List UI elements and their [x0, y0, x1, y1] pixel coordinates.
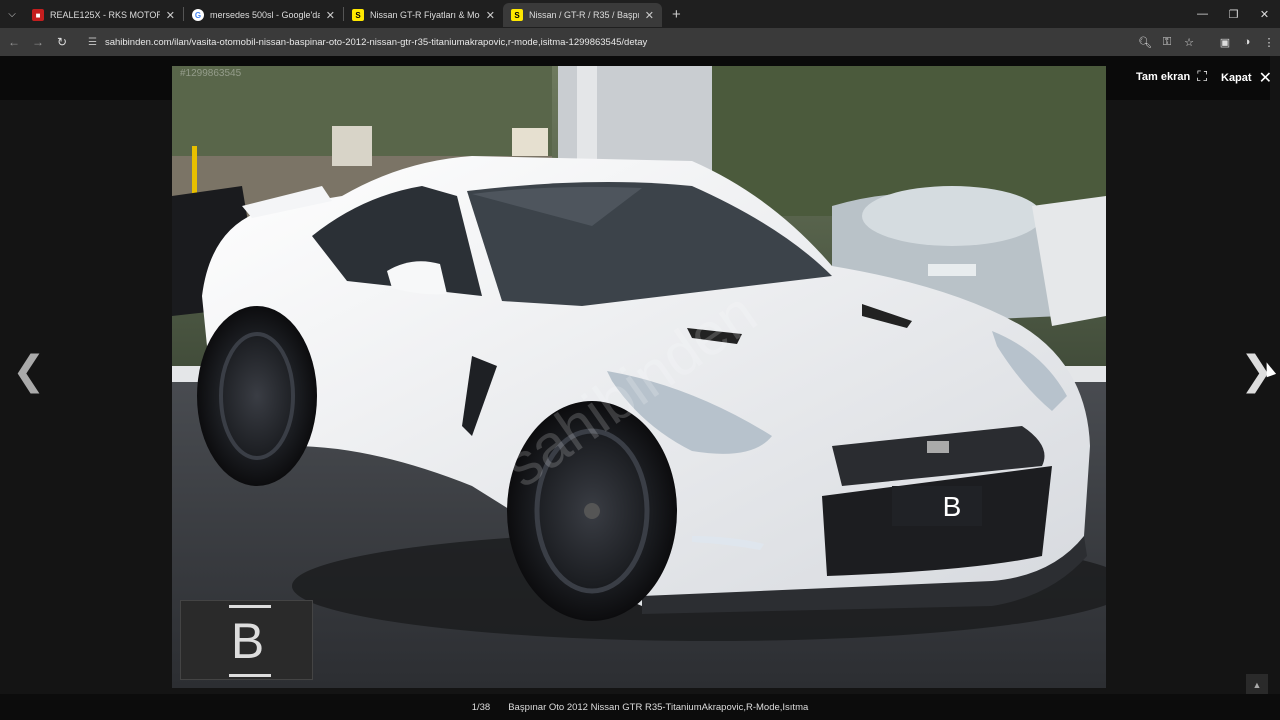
fullscreen-icon: ⛶: [1197, 68, 1208, 84]
dealer-logo: B: [180, 600, 313, 680]
url-text: sahibinden.com/ilan/vasita-otomobil-niss…: [104, 36, 648, 48]
fullscreen-label: Tam ekran: [1136, 70, 1191, 83]
tab-close-icon[interactable]: ✕: [645, 9, 654, 22]
window-controls: — ❐ ✕: [1187, 0, 1280, 28]
profile-avatar-icon[interactable]: ◑: [1236, 36, 1258, 48]
sahibinden-favicon-icon: S: [511, 9, 523, 21]
logo-bar-bottom: [229, 674, 271, 677]
photo-counter: 1/38: [471, 701, 491, 713]
tab-close-icon[interactable]: ✕: [166, 9, 175, 22]
google-favicon-icon: G: [192, 9, 204, 21]
rks-favicon-icon: ■: [32, 9, 44, 21]
close-viewer-button[interactable]: Kapat ✕: [1221, 68, 1272, 88]
window-close-icon[interactable]: ✕: [1249, 0, 1280, 28]
tab-1[interactable]: ■ REALE125X - RKS MOTOR | Zor ✕: [24, 3, 183, 27]
tab-3[interactable]: S Nissan GT-R Fiyatları & Modelle ✕: [344, 3, 503, 27]
new-tab-plus-icon[interactable]: +: [672, 6, 681, 23]
close-icon: ✕: [1258, 70, 1272, 87]
tab-2[interactable]: G mersedes 500sl - Google'da Ara ✕: [184, 3, 343, 27]
tab-4-active[interactable]: S Nissan / GT-R / R35 / Başpınar ✕: [503, 3, 662, 27]
previous-photo-chevron-icon[interactable]: ❮: [12, 351, 46, 391]
toolbar-icons: 🔍︎ ⚿ ☆ ▣ ◑ ⋮: [1134, 28, 1280, 56]
reload-icon[interactable]: ↻: [50, 35, 74, 49]
tab-title: Nissan GT-R Fiyatları & Modelle: [370, 10, 480, 20]
tab-close-icon[interactable]: ✕: [326, 9, 335, 22]
listing-title: Başpınar Oto 2012 Nissan GTR R35-Titaniu…: [508, 701, 809, 713]
bookmark-star-icon[interactable]: ☆: [1178, 36, 1200, 49]
sahibinden-favicon-icon: S: [352, 9, 364, 21]
url-field[interactable]: ☰ sahibinden.com/ilan/vasita-otomobil-ni…: [80, 31, 1190, 53]
scroll-top-icon[interactable]: ▲: [1246, 674, 1268, 696]
photo-gallery-overlay: B sahibinden #1299863545 B Tam ekran ⛶ K…: [0, 56, 1280, 720]
car-photo-illustration: B sahibinden: [172, 66, 1106, 688]
extensions-icon[interactable]: ▣: [1214, 36, 1236, 49]
photo-caption-bar: 1/38 Başpınar Oto 2012 Nissan GTR R35-Ti…: [0, 694, 1280, 720]
back-icon[interactable]: ←: [2, 35, 26, 49]
password-key-icon[interactable]: ⚿: [1156, 36, 1178, 49]
address-toolbar: ← → ↻ ☰ sahibinden.com/ilan/vasita-otomo…: [0, 28, 1280, 56]
tab-search-icon[interactable]: ⌵: [0, 0, 24, 28]
car-photo: B sahibinden #1299863545 B: [172, 66, 1106, 688]
license-plate-logo: B: [943, 491, 962, 522]
zoom-icon[interactable]: 🔍︎: [1134, 36, 1156, 49]
fullscreen-button[interactable]: Tam ekran ⛶: [1136, 68, 1207, 85]
site-info-icon[interactable]: ☰: [88, 37, 97, 48]
tab-title: Nissan / GT-R / R35 / Başpınar: [529, 10, 639, 20]
minimize-icon[interactable]: —: [1187, 0, 1218, 28]
tab-title: REALE125X - RKS MOTOR | Zor: [50, 10, 160, 20]
more-menu-icon[interactable]: ⋮: [1258, 36, 1280, 49]
dealer-logo-letter: B: [230, 613, 265, 669]
tab-title: mersedes 500sl - Google'da Ara: [210, 10, 320, 20]
close-label: Kapat: [1221, 72, 1252, 84]
browser-tab-bar: ⌵ ■ REALE125X - RKS MOTOR | Zor ✕ G mers…: [0, 0, 1280, 28]
restore-icon[interactable]: ❐: [1218, 0, 1249, 28]
forward-icon[interactable]: →: [26, 35, 50, 49]
tab-close-icon[interactable]: ✕: [486, 9, 495, 22]
listing-id-watermark: #1299863545: [180, 68, 242, 79]
